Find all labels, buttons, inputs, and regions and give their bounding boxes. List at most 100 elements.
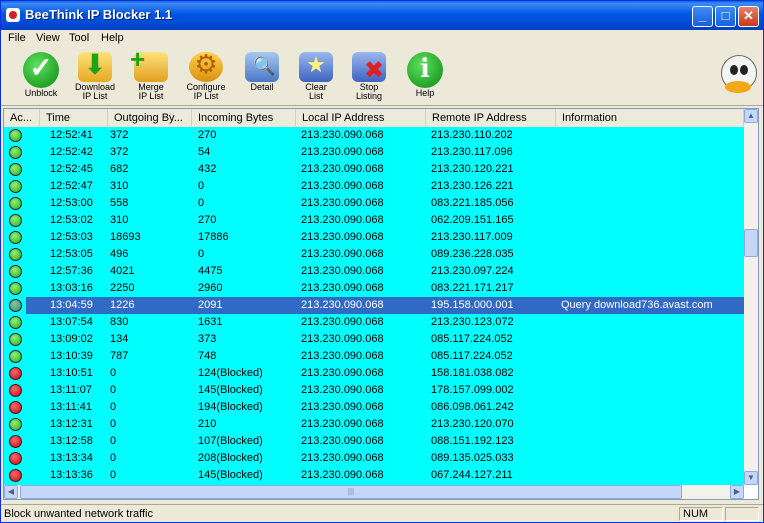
scroll-left-arrow-icon[interactable]: ◀ xyxy=(4,485,18,499)
incoming-bytes-cell: 208(Blocked) xyxy=(198,452,263,464)
menu-view[interactable]: View xyxy=(36,32,60,44)
merge-ip-list-label: Merge IP List xyxy=(138,82,164,101)
clear-list-button[interactable]: Clear List xyxy=(290,52,342,104)
outgoing-bytes-cell: 787 xyxy=(110,350,129,362)
vertical-scroll-thumb[interactable] xyxy=(744,229,758,257)
maximize-button[interactable]: □ xyxy=(715,6,736,27)
incoming-bytes-cell: 107(Blocked) xyxy=(198,435,263,447)
unblock-button[interactable]: Unblock xyxy=(15,51,67,104)
connection-list[interactable]: Ac... Time Outgoing By... Incoming Bytes… xyxy=(3,108,759,500)
outgoing-bytes-cell: 0 xyxy=(110,401,117,413)
remote-ip-cell: 213.230.120.070 xyxy=(431,418,514,430)
table-row[interactable]: 13:11:41 0 194(Blocked) 213.230.090.068 086.… xyxy=(4,399,744,416)
scroll-right-arrow-icon[interactable]: ▶ xyxy=(730,485,744,499)
horizontal-scroll-thumb[interactable]: ||| xyxy=(20,485,682,499)
table-row[interactable]: 13:12:31 0 210 213.230.090.068 213.230.120.0… xyxy=(4,416,744,433)
time-cell: 13:10:51 xyxy=(50,367,93,379)
time-cell: 13:10:39 xyxy=(50,350,93,362)
detail-label: Detail xyxy=(250,82,274,92)
table-row[interactable]: 12:52:45 682 432 213.230.090.068 213.230.120… xyxy=(4,161,744,178)
table-row[interactable]: 12:57:36 4021 4475 213.230.090.068 213.230.0… xyxy=(4,263,744,280)
incoming-bytes-cell: 194(Blocked) xyxy=(198,401,263,413)
menu-tool[interactable]: Tool xyxy=(69,32,89,44)
time-cell: 12:53:00 xyxy=(50,197,93,209)
configure-ip-list-button[interactable]: Configure IP List xyxy=(180,49,232,104)
information-cell: Query download736.avast.com xyxy=(561,299,713,311)
column-header-outgoing-bytes[interactable]: Outgoing By... xyxy=(108,109,192,127)
column-header-incoming-bytes[interactable]: Incoming Bytes xyxy=(192,109,296,127)
vertical-scrollbar[interactable]: ▲ ▼ xyxy=(744,109,758,485)
time-cell: 13:13:34 xyxy=(50,452,93,464)
download-ip-list-button[interactable]: Download IP List xyxy=(69,48,121,104)
outgoing-bytes-cell: 4021 xyxy=(110,265,135,277)
table-row[interactable]: 12:53:02 310 270 213.230.090.068 062.209.151… xyxy=(4,212,744,229)
table-row[interactable]: 13:09:02 134 373 213.230.090.068 085.117.224… xyxy=(4,331,744,348)
column-header-time[interactable]: Time xyxy=(40,109,108,127)
time-cell: 13:11:07 xyxy=(50,384,93,396)
incoming-bytes-cell: 145(Blocked) xyxy=(198,469,263,481)
allowed-status-icon xyxy=(9,333,22,346)
local-ip-cell: 213.230.090.068 xyxy=(301,163,384,175)
remote-ip-cell: 089.236.228.035 xyxy=(431,248,514,260)
table-row[interactable]: 13:11:07 0 145(Blocked) 213.230.090.068 178.… xyxy=(4,382,744,399)
outgoing-bytes-cell: 18693 xyxy=(110,231,141,243)
allowed-status-icon xyxy=(9,316,22,329)
local-ip-cell: 213.230.090.068 xyxy=(301,214,384,226)
detail-icon xyxy=(245,52,279,82)
unblock-label: Unblock xyxy=(24,88,58,98)
column-header-action[interactable]: Ac... xyxy=(4,109,40,127)
table-row[interactable]: 13:13:34 0 208(Blocked) 213.230.090.068 089.… xyxy=(4,450,744,467)
table-row[interactable]: 12:53:05 496 0 213.230.090.068 089.236.228.0… xyxy=(4,246,744,263)
stop-icon xyxy=(352,52,386,85)
time-cell: 13:09:02 xyxy=(50,333,93,345)
status-bar: Block unwanted network traffic NUM xyxy=(1,504,763,522)
outgoing-bytes-cell: 0 xyxy=(110,452,117,464)
minimize-button[interactable]: _ xyxy=(692,6,713,27)
menu-bar: File View Tool Help xyxy=(1,30,763,48)
outgoing-bytes-cell: 372 xyxy=(110,129,129,141)
table-row[interactable]: 12:52:41 372 270 213.230.090.068 213.230.110… xyxy=(4,127,744,144)
download-icon xyxy=(78,48,112,82)
time-cell: 13:04:59 xyxy=(50,299,93,311)
blocked-status-icon xyxy=(9,367,22,380)
merge-ip-list-button[interactable]: Merge IP List xyxy=(125,44,177,104)
outgoing-bytes-cell: 682 xyxy=(110,163,129,175)
incoming-bytes-cell: 17886 xyxy=(198,231,229,243)
menu-help[interactable]: Help xyxy=(101,32,124,44)
table-row[interactable]: 12:53:00 558 0 213.230.090.068 083.221.185.0… xyxy=(4,195,744,212)
table-row[interactable]: 13:10:39 787 748 213.230.090.068 085.117.224… xyxy=(4,348,744,365)
scroll-down-arrow-icon[interactable]: ▼ xyxy=(744,471,758,485)
list-header: Ac... Time Outgoing By... Incoming Bytes… xyxy=(4,109,744,128)
column-header-remote-ip[interactable]: Remote IP Address xyxy=(426,109,556,127)
table-row[interactable]: 12:52:42 372 54 213.230.090.068 213.230.117.… xyxy=(4,144,744,161)
time-cell: 12:52:42 xyxy=(50,146,93,158)
stop-listing-button[interactable]: Stop Listing xyxy=(343,52,395,104)
help-button[interactable]: Help xyxy=(399,52,451,104)
table-row[interactable]: 13:04:59 1226 2091 213.230.090.068 195.158.0… xyxy=(4,297,744,314)
title-bar[interactable]: BeeThink IP Blocker 1.1 _ □ ✕ xyxy=(1,1,763,30)
menu-file[interactable]: File xyxy=(8,32,26,44)
remote-ip-cell: 213.230.117.096 xyxy=(431,146,513,158)
table-row[interactable]: 13:13:36 0 145(Blocked) 213.230.090.068 067.… xyxy=(4,467,744,484)
app-icon[interactable] xyxy=(6,8,20,22)
outgoing-bytes-cell: 134 xyxy=(110,333,129,345)
detail-button[interactable]: Detail xyxy=(236,52,288,104)
table-row[interactable]: 13:10:51 0 124(Blocked) 213.230.090.068 158.… xyxy=(4,365,744,382)
table-row[interactable]: 13:07:54 830 1631 213.230.090.068 213.230.12… xyxy=(4,314,744,331)
table-row[interactable]: 12:53:03 18693 17886 213.230.090.068 213.230… xyxy=(4,229,744,246)
horizontal-scrollbar[interactable]: ◀ ||| ▶ xyxy=(4,485,744,499)
close-button[interactable]: ✕ xyxy=(738,6,759,27)
local-ip-cell: 213.230.090.068 xyxy=(301,265,384,277)
table-row[interactable]: 13:03:16 2250 2960 213.230.090.068 083.221.1… xyxy=(4,280,744,297)
time-cell: 13:13:36 xyxy=(50,469,93,481)
table-row[interactable]: 13:12:58 0 107(Blocked) 213.230.090.068 088.… xyxy=(4,433,744,450)
incoming-bytes-cell: 54 xyxy=(198,146,211,158)
allowed-status-icon xyxy=(9,231,22,244)
scroll-up-arrow-icon[interactable]: ▲ xyxy=(744,109,758,123)
column-header-information[interactable]: Information xyxy=(556,109,744,127)
local-ip-cell: 213.230.090.068 xyxy=(301,333,384,345)
column-header-local-ip[interactable]: Local IP Address xyxy=(296,109,426,127)
table-row[interactable]: 12:52:47 310 0 213.230.090.068 213.230.126.2… xyxy=(4,178,744,195)
remote-ip-cell: 062.209.151.165 xyxy=(431,214,514,226)
local-ip-cell: 213.230.090.068 xyxy=(301,350,384,362)
